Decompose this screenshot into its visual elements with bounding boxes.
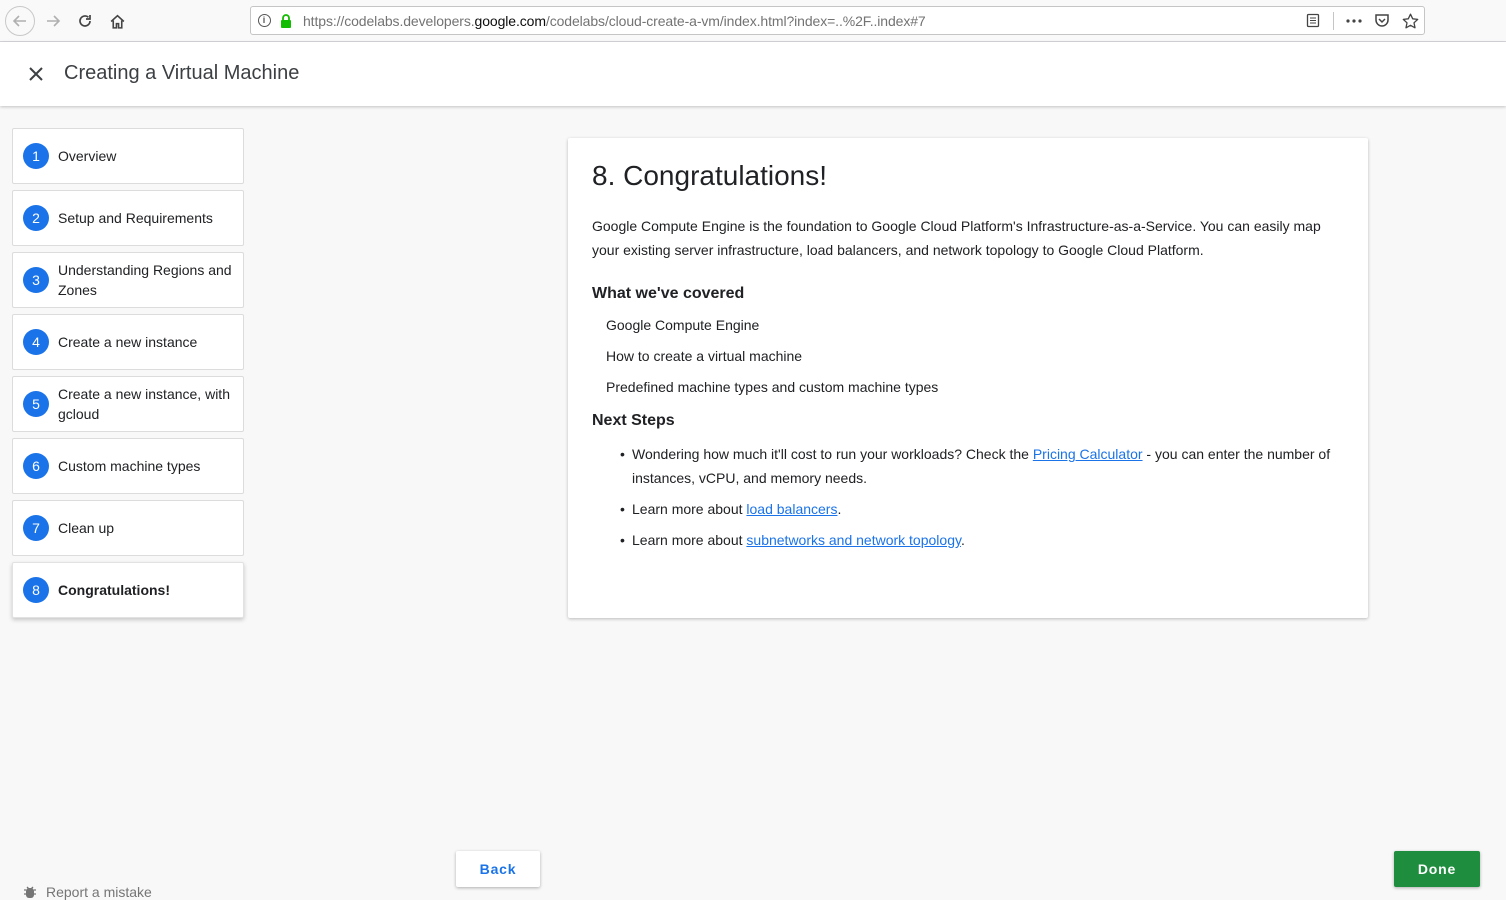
url-separator: [1333, 11, 1334, 30]
next-steps-list: Wondering how much it'll cost to run you…: [592, 442, 1344, 552]
step-heading: 8. Congratulations!: [592, 160, 828, 191]
url-prefix: https://codelabs.developers.: [303, 12, 475, 29]
step-number: 8: [23, 577, 49, 603]
item-text: Wondering how much it'll cost to run you…: [632, 446, 1033, 462]
item-text: .: [837, 501, 842, 517]
list-item: Wondering how much it'll cost to run you…: [620, 442, 1344, 490]
step-item-1[interactable]: 1 Overview: [12, 128, 244, 184]
done-button[interactable]: Done: [1394, 851, 1480, 887]
step-content-card: 8. Congratulations! Google Compute Engin…: [568, 138, 1368, 618]
step-number: 4: [23, 329, 49, 355]
app-header: Creating a Virtual Machine: [0, 42, 1506, 106]
covered-heading: What we've covered: [592, 285, 745, 302]
close-icon[interactable]: [22, 60, 50, 88]
step-label: Create a new instance: [58, 334, 198, 350]
item-text: Learn more about: [632, 532, 747, 548]
step-label: Custom machine types: [58, 458, 201, 474]
bookmark-star-icon[interactable]: [1396, 7, 1424, 34]
url-text: https://codelabs.developers.google.com/c…: [295, 13, 926, 29]
pricing-calculator-link[interactable]: Pricing Calculator: [1033, 446, 1143, 462]
step-item-8[interactable]: 8 Congratulations!: [12, 562, 244, 618]
steps-sidebar: 1 Overview 2 Setup and Requirements 3 Un…: [12, 128, 244, 624]
pocket-icon[interactable]: [1368, 7, 1396, 34]
step-label: Overview: [58, 148, 117, 164]
info-icon[interactable]: i: [251, 7, 277, 34]
step-label: Create a new instance, with gcloud: [58, 386, 230, 422]
list-item: Google Compute Engine: [606, 317, 760, 333]
subnetworks-link[interactable]: subnetworks and network topology: [746, 532, 961, 548]
step-label: Congratulations!: [58, 582, 170, 598]
bug-icon: [24, 886, 36, 898]
step-item-3[interactable]: 3 Understanding Regions and Zones: [12, 252, 244, 308]
list-item: How to create a virtual machine: [606, 348, 803, 364]
load-balancers-link[interactable]: load balancers: [746, 501, 837, 517]
item-text: .: [960, 532, 965, 548]
step-number: 5: [23, 391, 49, 417]
browser-toolbar: i https://codelabs.developers.google.com…: [0, 0, 1506, 42]
url-bar[interactable]: i https://codelabs.developers.google.com…: [250, 6, 1425, 35]
page-title: Creating a Virtual Machine: [64, 62, 300, 84]
back-button[interactable]: Back: [456, 851, 540, 887]
home-icon[interactable]: [102, 6, 132, 36]
item-text: Learn more about: [632, 501, 747, 517]
step-number: 1: [23, 143, 49, 169]
report-label: Report a mistake: [46, 884, 152, 900]
back-icon[interactable]: [5, 6, 35, 36]
list-item: Learn more about subnetworks and network…: [620, 528, 1344, 552]
covered-list: Google Compute Engine How to create a vi…: [592, 315, 1344, 397]
more-icon[interactable]: [1340, 7, 1368, 34]
step-number: 7: [23, 515, 49, 541]
step-item-6[interactable]: 6 Custom machine types: [12, 438, 244, 494]
step-number: 6: [23, 453, 49, 479]
step-item-7[interactable]: 7 Clean up: [12, 500, 244, 556]
reader-icon[interactable]: [1299, 7, 1327, 34]
step-number: 3: [23, 267, 49, 293]
forward-icon[interactable]: [38, 6, 68, 36]
list-item: Predefined machine types and custom mach…: [606, 379, 939, 395]
step-number: 2: [23, 205, 49, 231]
reload-icon[interactable]: [70, 6, 100, 36]
step-label: Clean up: [58, 520, 115, 536]
intro-paragraph: Google Compute Engine is the foundation …: [592, 218, 1321, 258]
step-label: Understanding Regions and Zones: [58, 262, 232, 298]
lock-icon[interactable]: [277, 13, 295, 28]
url-suffix: /codelabs/cloud-create-a-vm/index.html?i…: [545, 12, 926, 29]
step-label: Setup and Requirements: [58, 210, 213, 226]
report-mistake-link[interactable]: Report a mistake: [22, 884, 152, 900]
step-item-5[interactable]: 5 Create a new instance, with gcloud: [12, 376, 244, 432]
step-item-2[interactable]: 2 Setup and Requirements: [12, 190, 244, 246]
step-item-4[interactable]: 4 Create a new instance: [12, 314, 244, 370]
next-steps-heading: Next Steps: [592, 412, 675, 429]
list-item: Learn more about load balancers.: [620, 497, 1344, 521]
url-domain: google.com: [474, 12, 546, 29]
